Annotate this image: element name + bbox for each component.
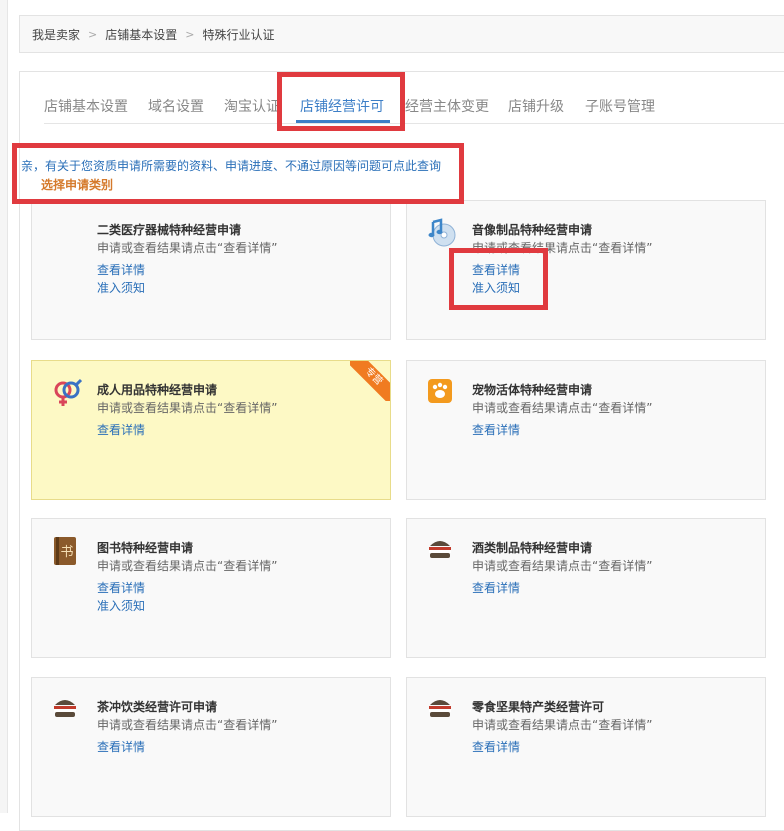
card-title: 酒类制品特种经营申请 xyxy=(472,541,593,555)
breadcrumb-separator: > xyxy=(185,27,195,41)
burger-icon xyxy=(427,536,455,564)
paw-icon xyxy=(427,378,455,406)
entry-notice-link[interactable]: 准入须知 xyxy=(97,597,145,614)
card-description: 申请或查看结果请点击“查看详情” xyxy=(472,559,653,573)
card-description: 申请或查看结果请点击“查看详情” xyxy=(97,241,278,255)
view-details-link[interactable]: 查看详情 xyxy=(97,421,145,438)
card-title: 图书特种经营申请 xyxy=(97,541,194,555)
breadcrumb-item-seller[interactable]: 我是卖家 xyxy=(32,26,80,43)
card-title: 茶冲饮类经营许可申请 xyxy=(97,700,218,714)
annotation-box-notice xyxy=(12,143,464,204)
tab-shop-upgrade[interactable]: 店铺升级 xyxy=(508,96,564,116)
annotation-box-active-tab xyxy=(277,72,405,131)
annotation-box-card-links xyxy=(449,248,548,310)
view-details-link[interactable]: 查看详情 xyxy=(472,579,520,596)
card-title: 零食坚果特产类经营许可 xyxy=(472,700,605,714)
card-adult-products: 成人用品特种经营申请 申请或查看结果请点击“查看详情” 查看详情 专营 xyxy=(31,360,391,500)
music-disc-icon xyxy=(427,218,456,247)
breadcrumb-item-shop-settings[interactable]: 店铺基本设置 xyxy=(105,26,177,43)
book-icon: 书 xyxy=(52,536,80,565)
card-description: 申请或查看结果请点击“查看详情” xyxy=(97,559,278,573)
card-description: 申请或查看结果请点击“查看详情” xyxy=(472,401,653,415)
breadcrumb: 我是卖家 > 店铺基本设置 > 特殊行业认证 xyxy=(19,15,784,53)
breadcrumb-separator: > xyxy=(88,27,98,41)
card-books: 书 图书特种经营申请 申请或查看结果请点击“查看详情” 查看详情 准入须知 xyxy=(31,518,391,658)
card-live-pets: 宠物活体特种经营申请 申请或查看结果请点击“查看详情” 查看详情 xyxy=(406,360,766,500)
card-title: 成人用品特种经营申请 xyxy=(97,383,218,397)
gender-icon xyxy=(52,378,83,406)
card-title: 宠物活体特种经营申请 xyxy=(472,383,593,397)
card-liquor: 酒类制品特种经营申请 申请或查看结果请点击“查看详情” 查看详情 xyxy=(406,518,766,658)
card-snacks-nuts: 零食坚果特产类经营许可 申请或查看结果请点击“查看详情” 查看详情 xyxy=(406,677,766,817)
burger-icon xyxy=(52,695,80,723)
view-details-link[interactable]: 查看详情 xyxy=(97,738,145,755)
exclusive-badge-label: 专营 xyxy=(350,361,390,401)
burger-icon xyxy=(427,695,455,723)
breadcrumb-item-special-industry: 特殊行业认证 xyxy=(202,27,275,42)
card-title: 二类医疗器械特种经营申请 xyxy=(97,223,242,237)
card-description: 申请或查看结果请点击“查看详情” xyxy=(97,401,278,415)
card-title: 音像制品特种经营申请 xyxy=(472,223,593,237)
entry-notice-link[interactable]: 准入须知 xyxy=(97,279,145,296)
book-icon-glyph: 书 xyxy=(60,545,73,560)
card-medical-device: 二类医疗器械特种经营申请 申请或查看结果请点击“查看详情” 查看详情 准入须知 xyxy=(31,200,391,340)
card-description: 申请或查看结果请点击“查看详情” xyxy=(97,718,278,732)
view-details-link[interactable]: 查看详情 xyxy=(97,261,145,278)
tab-bar: 店铺基本设置 域名设置 淘宝认证 店铺经营许可 经营主体变更 店铺升级 子账号管… xyxy=(44,90,784,124)
card-tea-drinks: 茶冲饮类经营许可申请 申请或查看结果请点击“查看详情” 查看详情 xyxy=(31,677,391,817)
view-details-link[interactable]: 查看详情 xyxy=(472,421,520,438)
card-description: 申请或查看结果请点击“查看详情” xyxy=(472,718,653,732)
view-details-link[interactable]: 查看详情 xyxy=(97,579,145,596)
tab-taobao-certification[interactable]: 淘宝认证 xyxy=(224,96,280,116)
left-gutter xyxy=(0,0,8,813)
tab-business-entity-change[interactable]: 经营主体变更 xyxy=(405,96,489,116)
tab-shop-basic-settings[interactable]: 店铺基本设置 xyxy=(44,96,128,116)
view-details-link[interactable]: 查看详情 xyxy=(472,738,520,755)
tab-subaccount-management[interactable]: 子账号管理 xyxy=(585,96,655,116)
exclusive-badge: 专营 xyxy=(350,361,390,401)
tab-domain-settings[interactable]: 域名设置 xyxy=(148,96,204,116)
